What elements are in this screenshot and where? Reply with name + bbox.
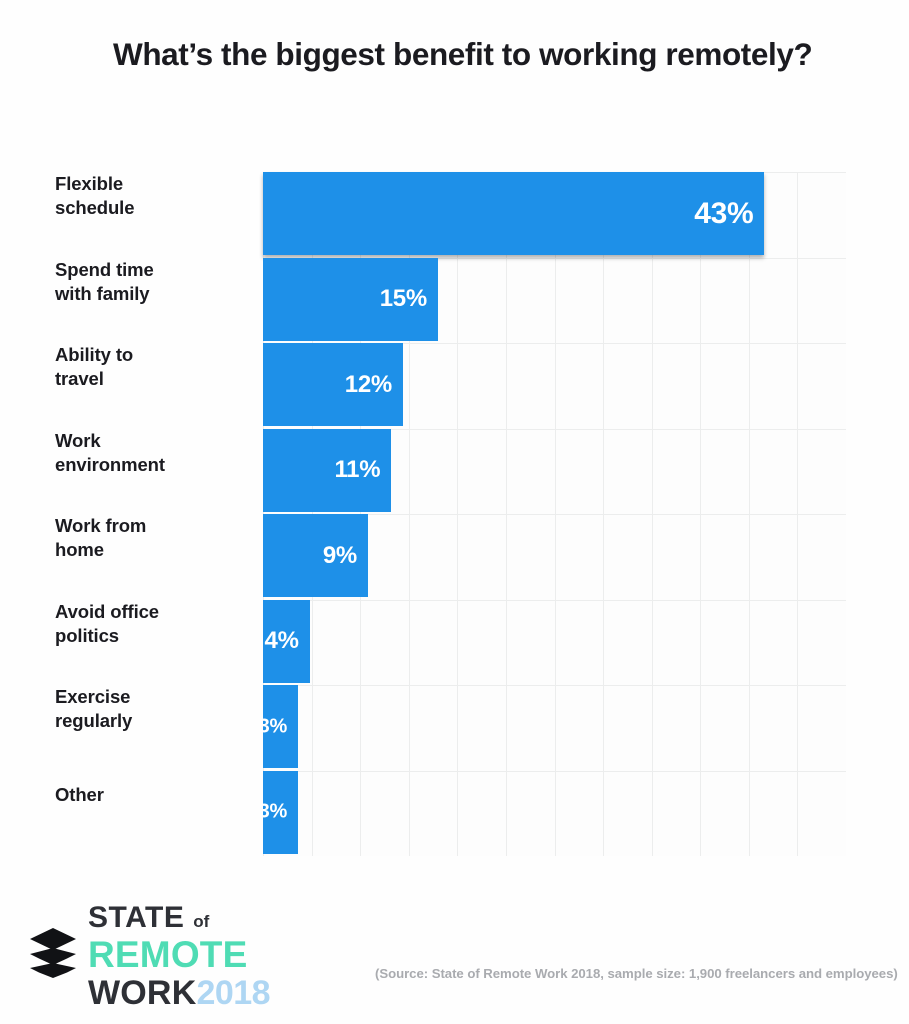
bar-category-label: Work from home (55, 514, 255, 563)
bar-row: Spend time with family 15% (0, 257, 909, 344)
logo-wordmark: STATE of REMOTE WORK2018 (88, 903, 318, 1012)
bar-rows: Flexible schedule 43% Spend time with family… (0, 172, 909, 856)
bar-category-label: Exercise regularly (55, 685, 255, 734)
bar-row: Other 3% (0, 770, 909, 857)
bar-category-label-line2: schedule (55, 197, 135, 219)
bar-value-label: 3% (258, 800, 288, 823)
bar: 4% (263, 599, 310, 683)
state-of-remote-work-logo: STATE of REMOTE WORK2018 (28, 903, 318, 1010)
bar-category-label: Flexible schedule (55, 172, 255, 221)
bar-category-label-line1: Flexible (55, 173, 124, 194)
logo-work-text: WORK (88, 974, 197, 1012)
logo-line-remote: REMOTE (88, 934, 248, 975)
bar-category-label-line2: home (55, 539, 104, 561)
bar-row: Work environment 11% (0, 428, 909, 515)
bar-category-label-line1: Spend time (55, 258, 154, 280)
bar: 12% (263, 343, 403, 426)
bar-value-label: 11% (334, 456, 381, 483)
logo-state-text: STATE (88, 901, 185, 934)
bar-value-label: 43% (694, 196, 754, 230)
bar-chart: Flexible schedule 43% Spend time with family… (0, 172, 909, 858)
bar-row: Ability to travel 12% (0, 343, 909, 429)
bar-category-label-line2: politics (55, 624, 119, 646)
bar-category-label-line2: with family (55, 282, 150, 304)
bar-row: Exercise regularly 3% (0, 685, 909, 771)
bar-category-label: Work environment (55, 429, 255, 478)
logo-line-state: STATE of (88, 903, 318, 935)
page-title: What’s the biggest benefit to working re… (113, 36, 813, 72)
logo-of-text: of (193, 912, 210, 931)
bar-category-label-line2: environment (55, 453, 165, 475)
infographic-page: What’s the biggest benefit to working re… (0, 0, 909, 1024)
bar-category-label-line1: Exercise (55, 686, 131, 707)
bar-category-label: Spend time with family (55, 258, 255, 307)
bar-category-label-line1: Work from (55, 515, 147, 536)
bar-category-label: Other (55, 771, 255, 807)
bar: 9% (263, 514, 368, 597)
bar-category-label-line2: regularly (55, 710, 133, 732)
bar: 43% (263, 172, 765, 255)
bar-row: Avoid office politics 4% (0, 599, 909, 686)
bar-value-label: 3% (258, 715, 288, 737)
bar-category-label-line2: travel (55, 368, 104, 390)
logo-line-work: WORK2018 (88, 976, 318, 1012)
bar-value-label: 9% (322, 541, 357, 569)
bar: 3% (259, 770, 298, 854)
bar-row: Work from home 9% (0, 514, 909, 600)
bar-category-label-line1: Ability to (55, 344, 134, 365)
bar-value-label: 4% (264, 627, 299, 654)
bar-value-label: 12% (344, 370, 392, 398)
bar: 11% (263, 428, 392, 512)
bar: 3% (259, 685, 298, 768)
logo-year-text: 2018 (196, 974, 271, 1012)
bar-row: Flexible schedule 43% (0, 172, 909, 258)
bar-category-label-line1: Other (55, 783, 104, 805)
bar: 15% (263, 257, 438, 341)
bar-category-label: Ability to travel (55, 343, 255, 392)
bar-category-label-line1: Work (55, 429, 101, 451)
bar-category-label: Avoid office politics (55, 600, 255, 649)
bar-value-label: 15% (379, 285, 427, 312)
stacked-layers-icon (28, 926, 78, 978)
source-note: (Source: State of Remote Work 2018, samp… (375, 966, 898, 981)
bar-category-label-line1: Avoid office (55, 600, 159, 622)
